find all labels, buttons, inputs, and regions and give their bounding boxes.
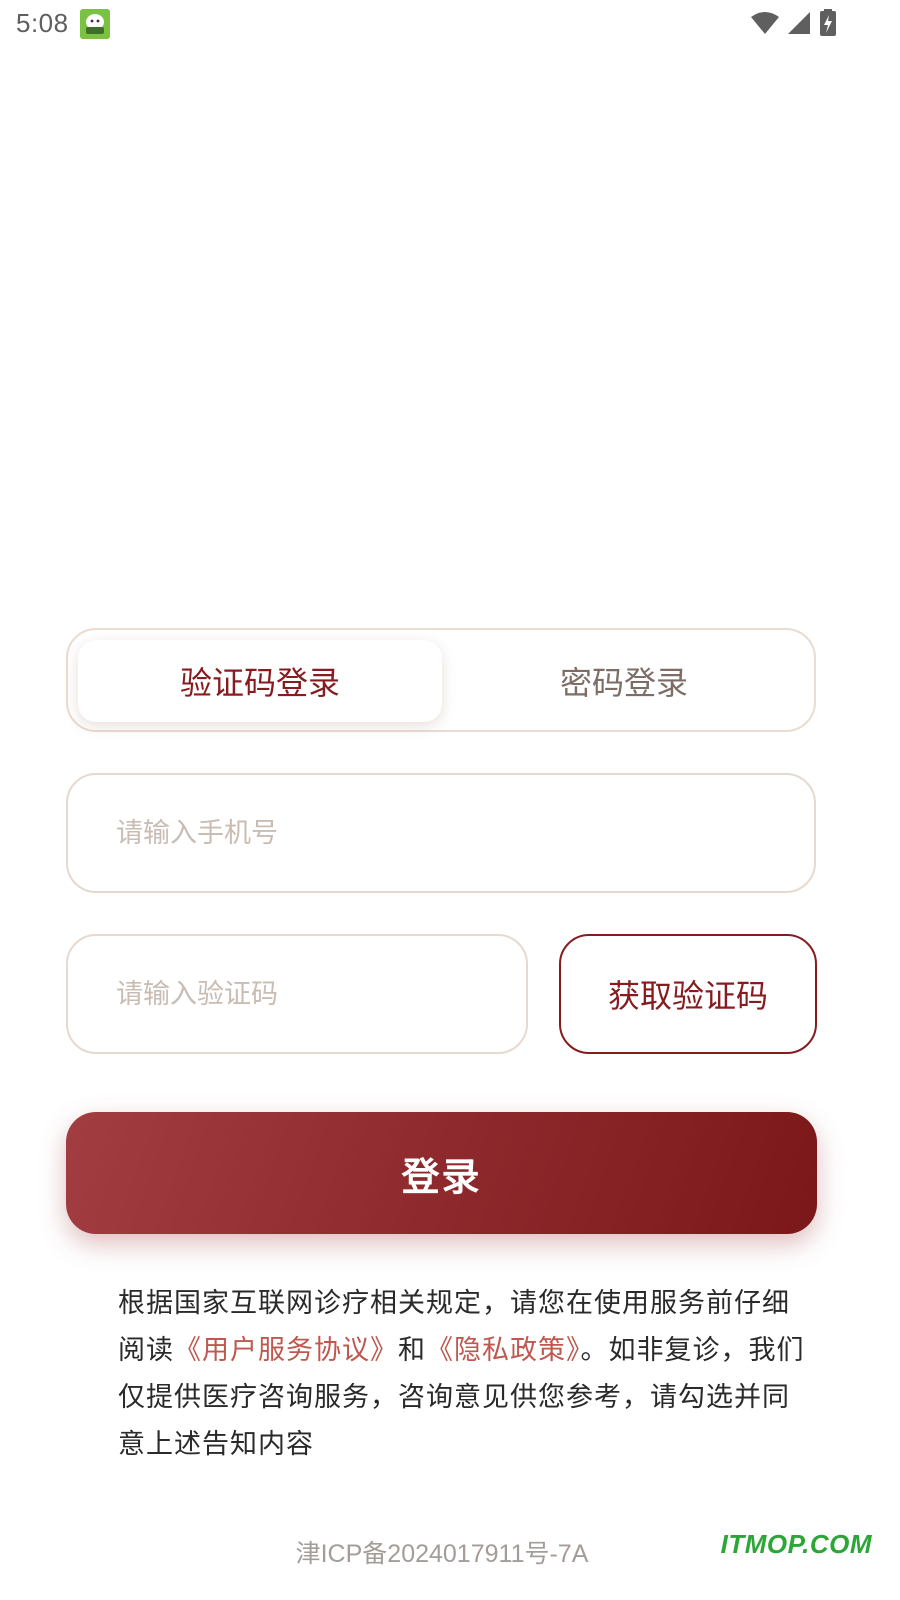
app-notification-icon	[80, 9, 110, 39]
battery-charging-icon	[818, 8, 838, 42]
tab-sms-code-login[interactable]: 验证码登录	[78, 640, 442, 722]
phone-field	[66, 773, 816, 893]
get-code-button[interactable]: 获取验证码	[559, 934, 817, 1054]
status-time: 5:08	[16, 8, 69, 38]
watermark: ITMOP.COM	[720, 1529, 872, 1559]
login-mode-tabs: 验证码登录 密码登录	[66, 628, 816, 732]
wifi-icon	[750, 10, 780, 40]
notice-text-and: 和	[398, 1335, 426, 1366]
verification-code-field	[66, 934, 528, 1054]
cell-signal-icon	[786, 10, 812, 40]
privacy-policy-link[interactable]: 《隐私政策》	[426, 1335, 581, 1366]
status-bar: 5:08	[0, 0, 900, 50]
user-agreement-link[interactable]: 《用户服务协议》	[174, 1335, 398, 1366]
consent-notice: 根据国家互联网诊疗相关规定，请您在使用服务前仔细阅读《用户服务协议》和《隐私政策…	[118, 1280, 808, 1468]
tab-password-login[interactable]: 密码登录	[442, 640, 806, 722]
status-icons	[750, 8, 838, 42]
login-button[interactable]: 登录	[66, 1112, 817, 1234]
phone-input[interactable]	[116, 775, 782, 891]
verification-code-input[interactable]	[116, 936, 494, 1052]
